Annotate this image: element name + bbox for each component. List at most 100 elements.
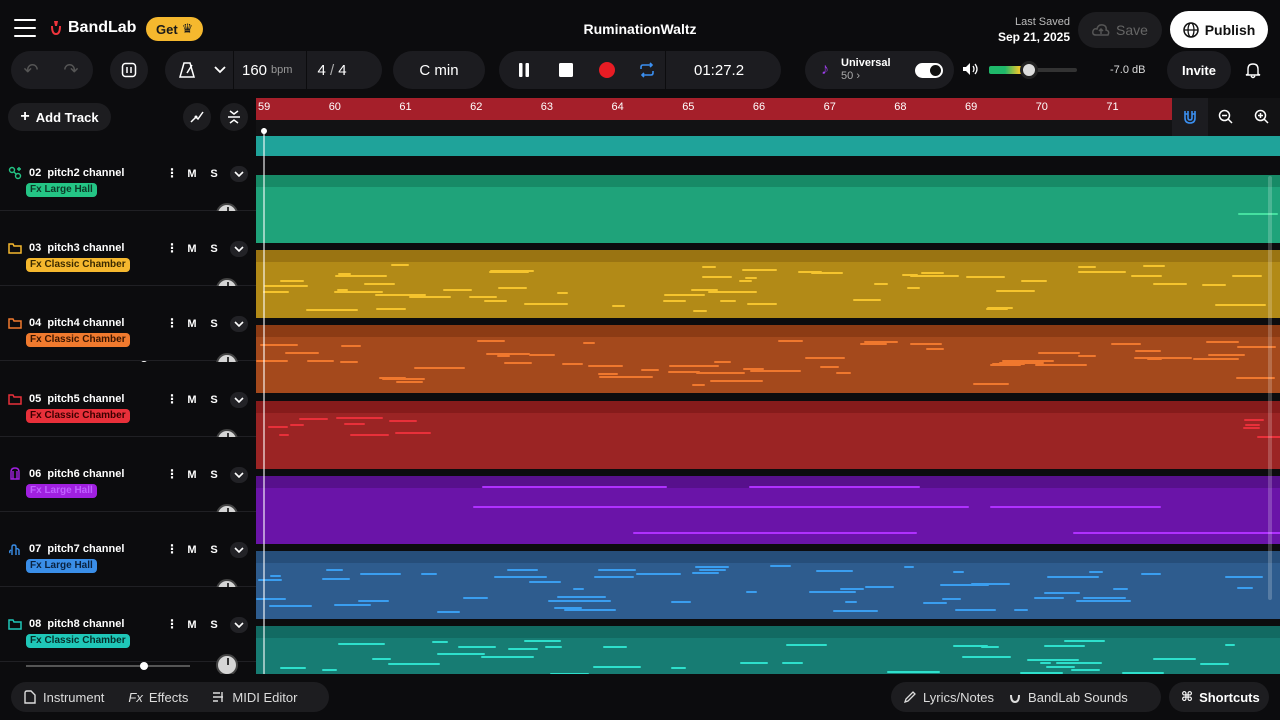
midi-note[interactable] xyxy=(270,575,282,578)
publish-button[interactable]: Publish xyxy=(1170,11,1268,48)
mute-button[interactable]: M xyxy=(183,542,201,558)
midi-note[interactable] xyxy=(691,383,706,386)
midi-note[interactable] xyxy=(745,590,758,593)
midi-note[interactable] xyxy=(388,419,417,422)
bell-notification-icon[interactable] xyxy=(1245,61,1261,79)
midi-note[interactable] xyxy=(507,647,538,650)
midi-note[interactable] xyxy=(363,283,396,286)
track-03-region[interactable] xyxy=(256,246,1280,321)
midi-note[interactable] xyxy=(481,656,534,659)
midi-note[interactable] xyxy=(1214,303,1267,306)
midi-note[interactable] xyxy=(965,276,1005,279)
lyrics-notes-tab[interactable]: Lyrics/Notes xyxy=(891,690,1006,705)
midi-note[interactable] xyxy=(692,571,720,574)
midi-note[interactable] xyxy=(561,363,583,365)
chevron-down-icon[interactable] xyxy=(230,241,248,257)
midi-clip[interactable] xyxy=(256,626,1280,674)
midi-note[interactable] xyxy=(1243,418,1265,421)
chevron-down-icon[interactable] xyxy=(209,66,231,74)
midi-note[interactable] xyxy=(476,340,505,343)
master-volume-slider[interactable] xyxy=(989,61,1077,79)
midi-note[interactable] xyxy=(670,666,687,669)
fit-tracks-button[interactable] xyxy=(220,103,248,131)
chevron-down-icon[interactable] xyxy=(230,542,248,558)
midi-note[interactable] xyxy=(1038,351,1081,354)
midi-note[interactable] xyxy=(344,422,366,425)
midi-note[interactable] xyxy=(739,280,753,283)
midi-note[interactable] xyxy=(745,276,758,279)
midi-note[interactable] xyxy=(469,295,497,298)
solo-button[interactable]: S xyxy=(205,467,223,483)
save-button[interactable]: Save xyxy=(1078,12,1162,48)
solo-button[interactable]: S xyxy=(205,542,223,558)
mute-button[interactable]: M xyxy=(183,467,201,483)
midi-note[interactable] xyxy=(778,339,803,342)
midi-note[interactable] xyxy=(1131,274,1163,277)
chevron-down-icon[interactable] xyxy=(230,617,248,633)
midi-note[interactable] xyxy=(860,343,888,345)
midi-note[interactable] xyxy=(1002,359,1054,362)
midi-note[interactable] xyxy=(1205,340,1240,343)
menu-icon[interactable] xyxy=(14,19,36,37)
midi-note[interactable] xyxy=(953,570,965,573)
midi-note[interactable] xyxy=(691,288,719,291)
midi-note[interactable] xyxy=(910,343,943,346)
pan-knob[interactable] xyxy=(216,654,238,674)
vertical-scrollbar[interactable] xyxy=(1268,176,1272,600)
more-options-icon[interactable]: ⋮ xyxy=(166,467,178,481)
midi-note[interactable] xyxy=(1082,596,1127,599)
midi-note[interactable] xyxy=(926,348,944,351)
midi-note[interactable] xyxy=(1113,587,1128,590)
midi-note[interactable] xyxy=(599,376,654,379)
redo-icon[interactable]: ↷ xyxy=(51,60,91,81)
midi-note[interactable] xyxy=(1133,356,1187,359)
more-options-icon[interactable]: ⋮ xyxy=(166,316,178,330)
midi-note[interactable] xyxy=(338,643,386,646)
midi-note[interactable] xyxy=(375,307,406,310)
midi-note[interactable] xyxy=(989,506,1161,508)
midi-note[interactable] xyxy=(1242,426,1261,429)
mute-button[interactable]: M xyxy=(183,241,201,257)
midi-note[interactable] xyxy=(462,597,489,600)
midi-note[interactable] xyxy=(832,609,878,612)
midi-note[interactable] xyxy=(321,669,338,672)
midi-note[interactable] xyxy=(743,367,764,370)
midi-note[interactable] xyxy=(749,486,920,488)
midi-note[interactable] xyxy=(279,280,305,283)
invite-button[interactable]: Invite xyxy=(1167,51,1231,89)
midi-note[interactable] xyxy=(701,266,716,269)
track-05-region[interactable] xyxy=(256,397,1280,472)
midi-note[interactable] xyxy=(290,423,304,426)
volume-slider[interactable] xyxy=(26,662,190,670)
midi-note[interactable] xyxy=(1224,576,1263,579)
midi-note[interactable] xyxy=(667,506,936,508)
midi-note[interactable] xyxy=(341,345,361,348)
midi-note[interactable] xyxy=(1027,658,1079,661)
metronome-icon[interactable] xyxy=(165,61,209,79)
midi-note[interactable] xyxy=(886,671,941,674)
mute-button[interactable]: M xyxy=(183,392,201,408)
midi-note[interactable] xyxy=(284,351,319,354)
timeline-ruler[interactable]: 59 60 61 62 63 64 65 66 67 68 69 70 71 xyxy=(256,98,1172,120)
chevron-down-icon[interactable] xyxy=(230,316,248,332)
midi-note[interactable] xyxy=(835,371,852,374)
midi-note[interactable] xyxy=(709,379,764,382)
midi-note[interactable] xyxy=(507,569,539,572)
playhead[interactable] xyxy=(261,128,267,674)
midi-note[interactable] xyxy=(714,361,732,364)
fx-badge[interactable]: Fx Large Hall xyxy=(26,183,97,197)
midi-note[interactable] xyxy=(1077,354,1096,357)
midi-note[interactable] xyxy=(1153,658,1196,661)
chevron-down-icon[interactable] xyxy=(230,392,248,408)
zoom-out-icon[interactable] xyxy=(1218,109,1234,125)
midi-note[interactable] xyxy=(268,604,313,607)
midi-note[interactable] xyxy=(1245,423,1260,426)
midi-note[interactable] xyxy=(437,653,486,656)
mute-button[interactable]: M xyxy=(183,166,201,182)
fx-badge[interactable]: Fx Classic Chamber xyxy=(26,409,130,423)
fx-badge[interactable]: Fx Large Hall xyxy=(26,559,97,573)
midi-note[interactable] xyxy=(746,302,777,305)
midi-note[interactable] xyxy=(336,288,348,291)
midi-note[interactable] xyxy=(781,662,804,665)
midi-note[interactable] xyxy=(388,663,437,666)
